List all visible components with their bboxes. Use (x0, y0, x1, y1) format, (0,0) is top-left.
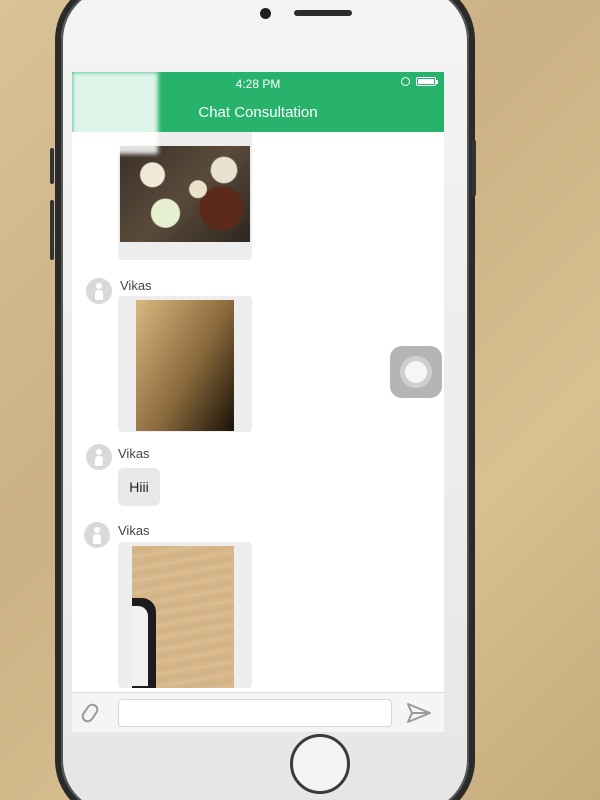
sender-name: Vikas (118, 446, 150, 461)
earpiece-speaker (294, 10, 352, 16)
battery-icon (416, 77, 438, 86)
message-text-bubble[interactable]: Hiii (118, 468, 160, 506)
message-image-bubble[interactable] (118, 296, 252, 432)
volume-buttons (50, 200, 54, 260)
app-screen: 4:28 PM Chat Consultation Vikas Vikas Hi… (72, 72, 444, 732)
message-input[interactable] (118, 699, 392, 727)
sender-name: Vikas (120, 278, 152, 293)
wood-photo[interactable] (136, 300, 234, 431)
sender-name: Vikas (118, 523, 150, 538)
phone-on-table-photo[interactable] (132, 546, 234, 688)
assistive-touch-icon[interactable] (390, 346, 442, 398)
screen-glare (72, 72, 158, 154)
chat-thread[interactable]: Vikas Vikas Hiii Vikas (72, 132, 444, 692)
mute-switch (50, 148, 54, 184)
send-icon[interactable] (406, 701, 432, 725)
food-photo[interactable] (120, 146, 250, 242)
sender-avatar (86, 278, 112, 304)
status-icons (401, 77, 438, 86)
paperclip-icon[interactable] (79, 701, 101, 725)
front-camera (260, 8, 271, 19)
message-composer (72, 692, 444, 732)
home-button[interactable] (290, 734, 350, 794)
sender-avatar (86, 444, 112, 470)
orientation-lock-icon (401, 77, 410, 86)
message-image-bubble[interactable] (118, 542, 252, 688)
power-button (472, 140, 476, 196)
sender-avatar (84, 522, 110, 548)
